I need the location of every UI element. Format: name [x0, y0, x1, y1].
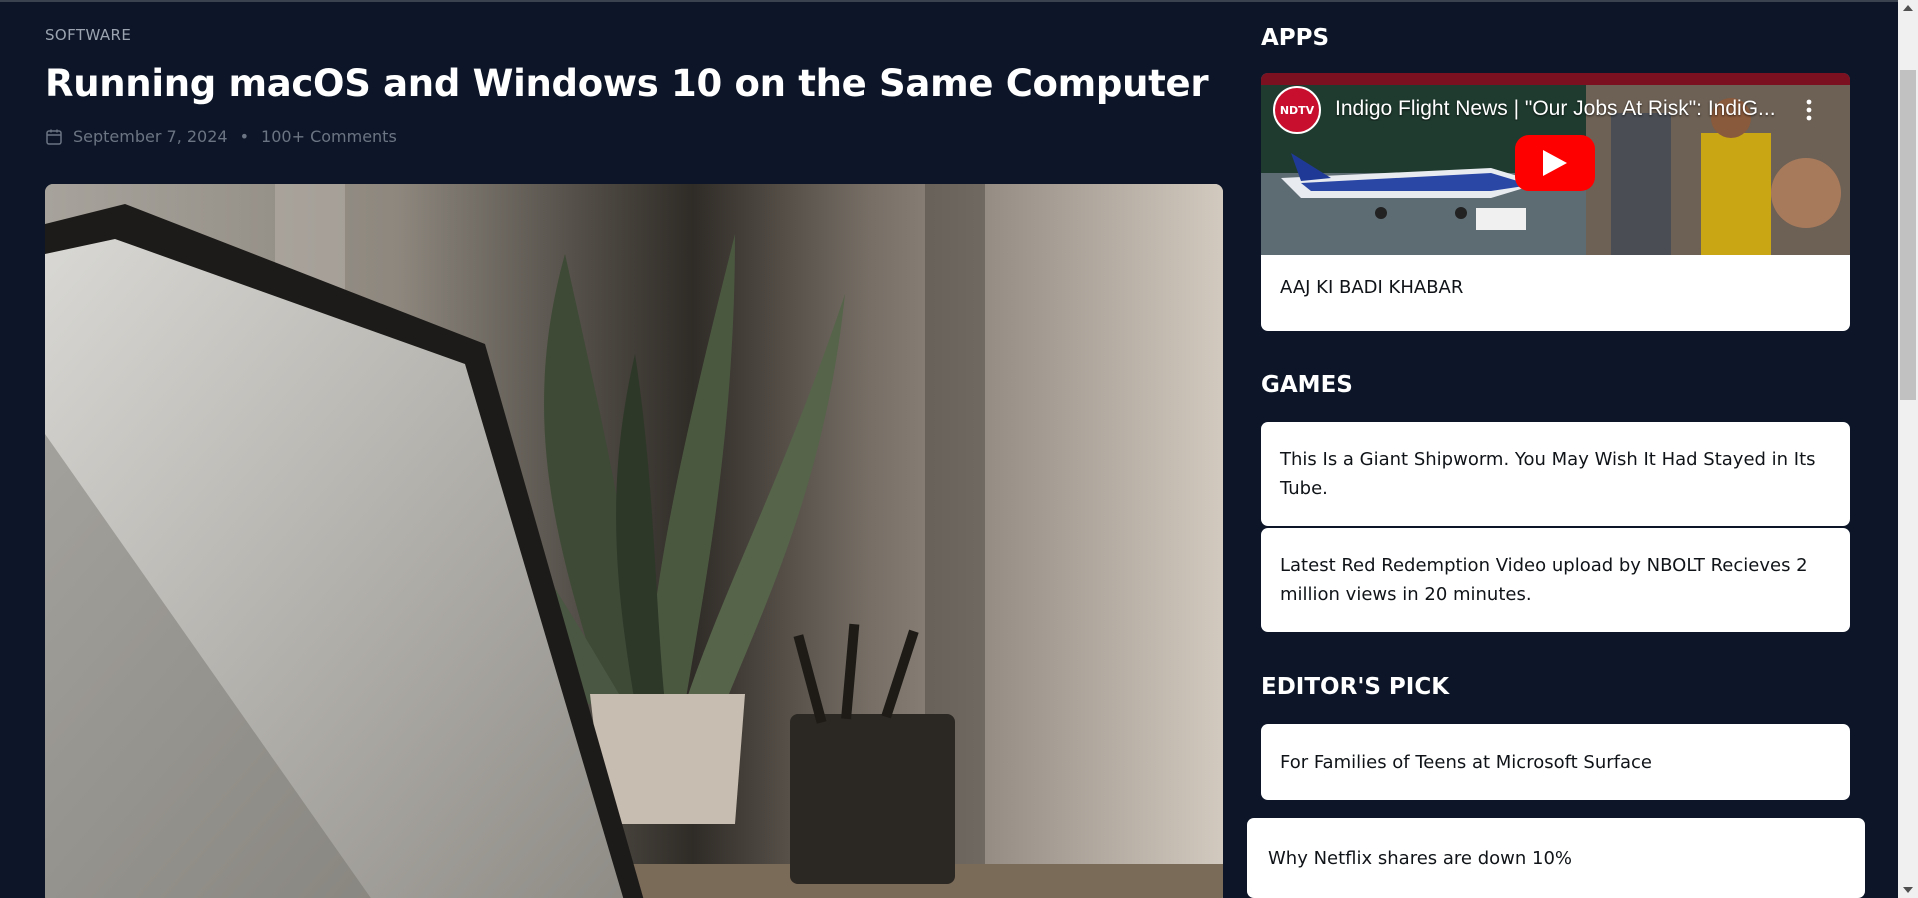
play-button[interactable] [1515, 135, 1595, 191]
scroll-up-arrow-icon[interactable] [1903, 5, 1913, 11]
games-item-1[interactable]: This Is a Giant Shipworm. You May Wish I… [1261, 422, 1850, 526]
section-heading-games: GAMES [1261, 372, 1353, 398]
article-date: September 7, 2024 [73, 127, 228, 146]
play-icon [1543, 150, 1567, 176]
games-item-2[interactable]: Latest Red Redemption Video upload by NB… [1261, 528, 1850, 632]
laptop-plant-photo [45, 184, 1223, 898]
scrollbar-thumb[interactable] [1900, 70, 1916, 400]
article-comments-link[interactable]: 100+ Comments [261, 127, 397, 146]
youtube-video-embed[interactable]: NDTV Indigo Flight News | "Our Jobs At R… [1261, 73, 1850, 255]
video-card-caption[interactable]: AAJ KI BADI KHABAR [1280, 277, 1463, 298]
article-meta: September 7, 2024 • 100+ Comments [45, 127, 1223, 146]
editors-pick-item-1[interactable]: For Families of Teens at Microsoft Surfa… [1261, 724, 1850, 800]
editors-pick-item-title: Why Netflix shares are down 10% [1268, 847, 1573, 869]
article-category[interactable]: SOFTWARE [45, 26, 1223, 48]
games-item-title: This Is a Giant Shipworm. You May Wish I… [1280, 449, 1816, 499]
games-item-title: Latest Red Redemption Video upload by NB… [1280, 555, 1808, 605]
channel-avatar[interactable]: NDTV [1273, 86, 1321, 134]
window-top-border [0, 0, 1918, 2]
scroll-down-arrow-icon[interactable] [1903, 887, 1913, 893]
section-heading-editors-pick: EDITOR'S PICK [1261, 674, 1450, 700]
section-heading-apps: APPS [1261, 25, 1330, 51]
editors-pick-item-title: For Families of Teens at Microsoft Surfa… [1280, 751, 1652, 773]
article-title: Running macOS and Windows 10 on the Same… [45, 62, 1209, 105]
page-scrollbar[interactable] [1898, 0, 1918, 898]
more-options-icon[interactable] [1806, 99, 1812, 121]
article-header: SOFTWARE Running macOS and Windows 10 on… [45, 26, 1223, 146]
video-title[interactable]: Indigo Flight News | "Our Jobs At Risk":… [1335, 97, 1805, 121]
calendar-icon [46, 129, 62, 145]
editors-pick-item-2[interactable]: Why Netflix shares are down 10% [1247, 818, 1865, 898]
video-card[interactable]: NDTV Indigo Flight News | "Our Jobs At R… [1261, 73, 1850, 331]
article-hero-image [45, 184, 1223, 898]
meta-separator: • [239, 127, 250, 146]
